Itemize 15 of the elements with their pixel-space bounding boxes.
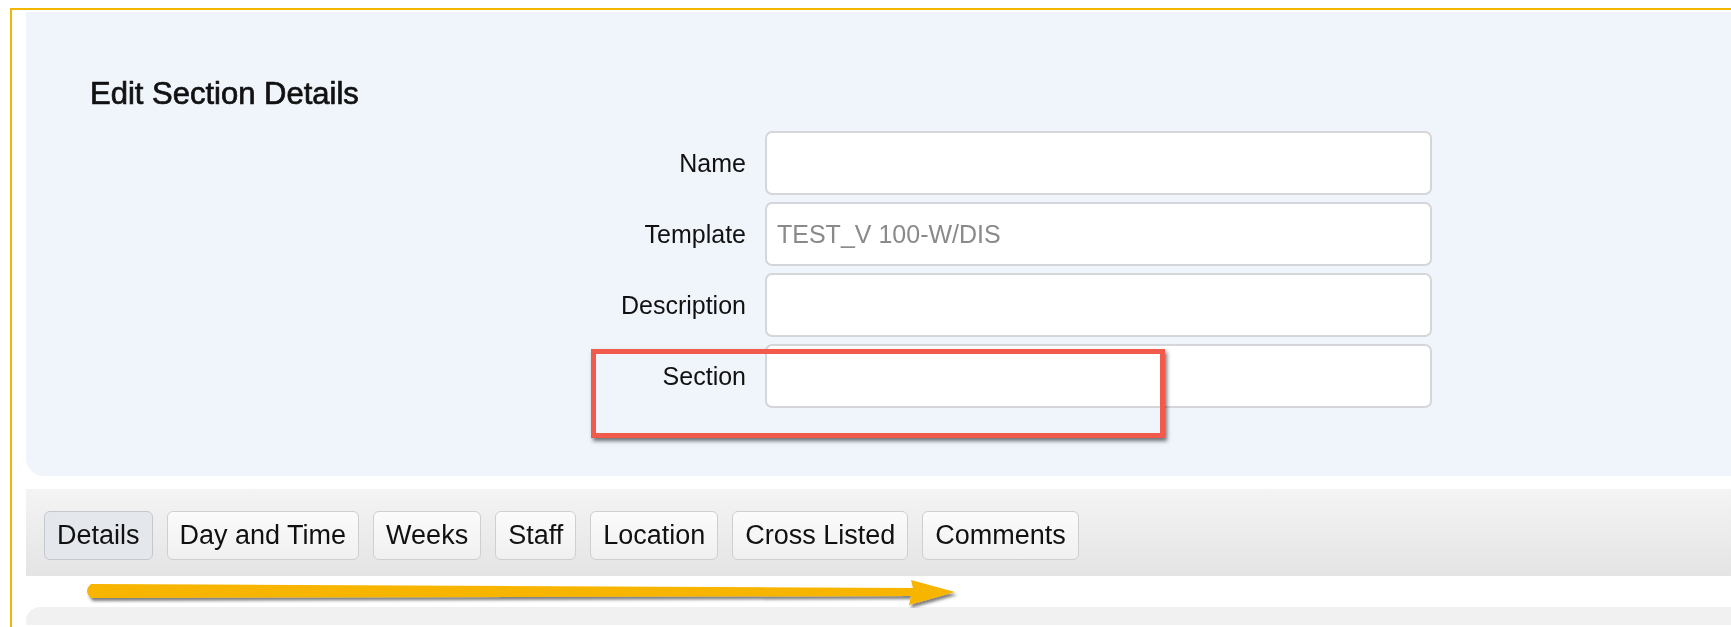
tab[interactable]: Cross Listed bbox=[732, 511, 909, 560]
field-label: Description bbox=[619, 290, 746, 320]
field-label: Section bbox=[661, 361, 746, 391]
tab[interactable]: Comments bbox=[922, 511, 1079, 560]
tab[interactable]: Details bbox=[44, 511, 153, 560]
text-field[interactable] bbox=[765, 131, 1432, 195]
tab[interactable]: Staff bbox=[495, 511, 577, 560]
tab[interactable]: Weeks bbox=[373, 511, 482, 560]
tab[interactable]: Location bbox=[590, 511, 719, 560]
field-label: Template bbox=[643, 219, 746, 249]
text-field[interactable] bbox=[765, 273, 1432, 337]
field-label: Name bbox=[678, 148, 746, 178]
text-field[interactable] bbox=[765, 344, 1432, 408]
page-title: Edit Section Details bbox=[90, 75, 360, 113]
tab[interactable]: Day and Time bbox=[166, 511, 360, 560]
